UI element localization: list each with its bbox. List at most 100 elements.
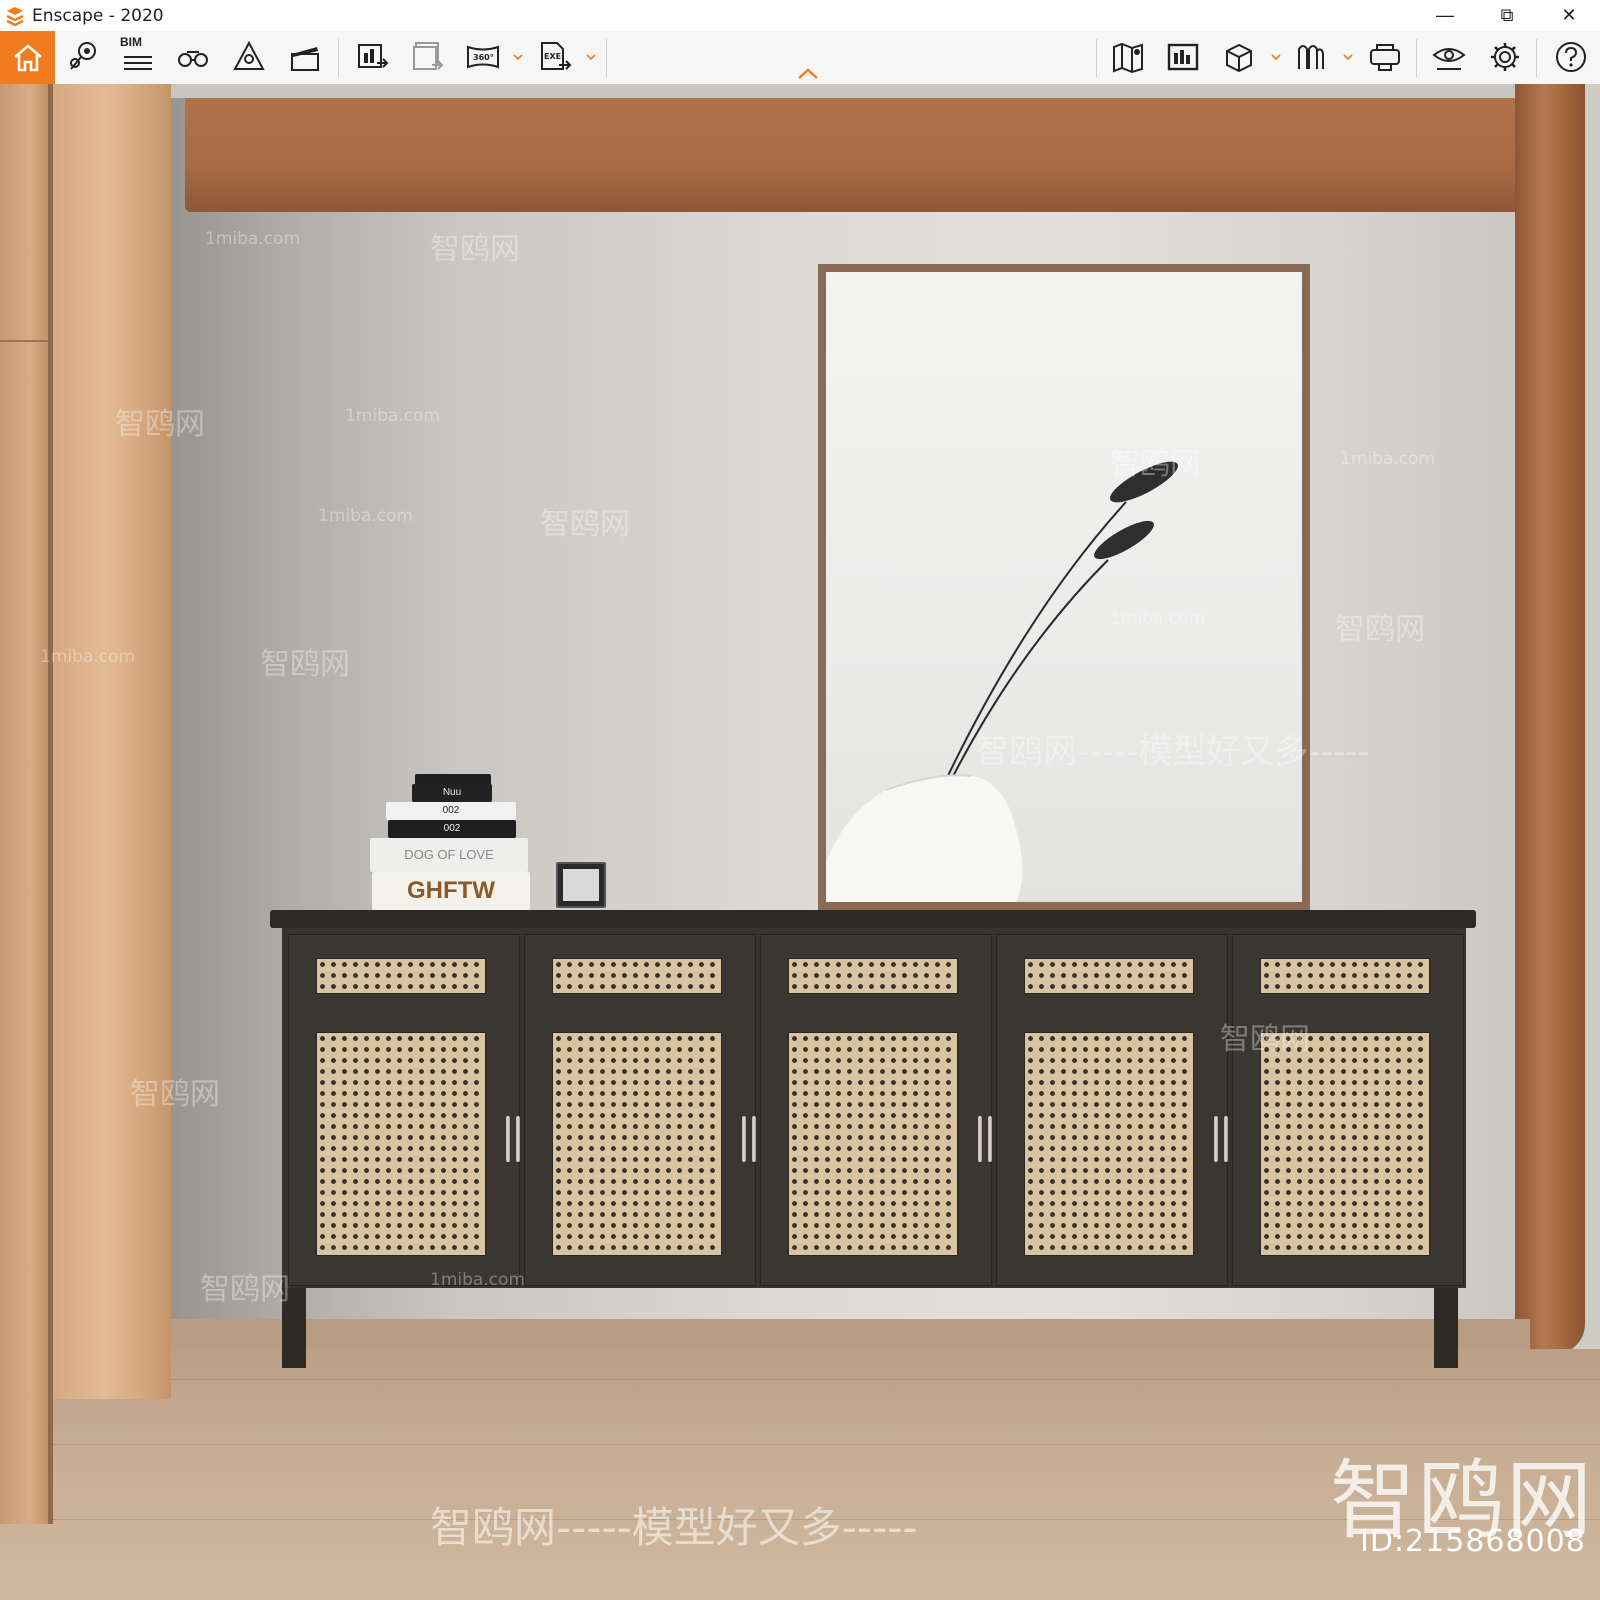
sideboard-leg [1434,1288,1458,1368]
chevron-down-icon [1343,54,1353,60]
book: GHFTW [372,872,530,910]
site-map-icon [1113,42,1143,74]
watermark-id: ID:215868008 [1360,1524,1586,1559]
help-button[interactable] [1548,35,1594,79]
collapse-toolbar-icon[interactable] [796,67,820,81]
asset-library-button[interactable] [1160,35,1206,79]
cube-view-dropdown-arrow[interactable] [1270,45,1282,69]
panorama-dropdown-arrow[interactable] [512,45,524,69]
watermark-url: 1miba.com [345,406,441,426]
binoculars-icon [178,51,208,67]
sideboard-top [270,910,1476,928]
chevron-down-icon [513,54,523,60]
ceiling-strip [170,84,1530,98]
rattan-panel [316,1032,486,1256]
title-bar: Enscape - 2020 — ⧉ ✕ [0,0,1600,31]
door-handle[interactable] [752,1116,756,1162]
toolbar-separator [338,39,339,77]
enscape-logo-icon [6,6,24,26]
wooden-beam [185,98,1530,212]
book: DOG OF LOVE [370,838,528,872]
rattan-panel [1024,1032,1194,1256]
vr-headset-button[interactable] [1362,35,1408,79]
book: 002 [388,820,516,838]
home-icon [13,43,42,71]
watermark-text: 智鸥网 [1110,447,1200,482]
watermark-url: 1miba.com [430,1270,526,1290]
left-wood-panel [0,84,50,1524]
book-spine-text: Nuu [442,787,462,798]
cube-view-icon [1226,43,1252,73]
door-handle[interactable] [516,1116,520,1162]
export-exe-icon: EXE [541,42,572,70]
watermark-text: 智鸥网 [430,232,520,267]
watermark-url: 1miba.com [205,229,301,249]
book-spine-text: 002 [442,805,460,816]
toolbar-separator [606,39,607,77]
rattan-panel [788,1032,958,1256]
settings-button[interactable] [1482,35,1528,79]
screenshot-button[interactable] [350,35,396,79]
export-exe-button[interactable]: EXE [532,35,578,79]
watermark-url: 1miba.com [318,506,414,526]
home-button[interactable] [0,31,55,84]
door-handle[interactable] [988,1116,992,1162]
rattan-panel [316,958,486,994]
watermark-url: 1miba.com [1340,449,1436,469]
settings-gear-icon [1491,43,1519,71]
asset-library-icon [1167,43,1199,71]
watermark-text: 智鸥网 [540,507,630,542]
render-viewport[interactable]: Nuu 002 002 DOG OF LOVE GHFTW 智鸥网 1miba.… [0,84,1600,1600]
photo [563,869,599,901]
artwork-canvas [826,272,1302,902]
watermark-url: 1miba.com [1110,609,1206,629]
toolbar-separator [1416,39,1417,77]
wooden-post [1515,84,1585,1354]
watermark-bottom-slogan: 智鸥网-----模型好又多----- [430,1503,918,1552]
visual-settings-icon [1432,48,1466,70]
rattan-panel [1260,958,1430,994]
rattan-panel [552,958,722,994]
rattan-panel [552,1032,722,1256]
close-button[interactable]: ✕ [1538,0,1600,31]
watermark-slogan: 智鸥网-----模型好又多----- [975,732,1370,772]
batch-render-icon [413,42,444,70]
panorama-360-icon: 360° [467,45,499,69]
rattan-panel [1024,958,1194,994]
restore-button[interactable]: ⧉ [1476,0,1538,31]
wood-pillar [53,84,171,1399]
panorama-button[interactable]: 360° [460,35,506,79]
site-map-button[interactable] [1105,35,1151,79]
door-handle[interactable] [1214,1116,1218,1162]
exe-label: EXE [544,52,561,61]
materials-button[interactable] [1288,35,1334,79]
door-handle[interactable] [506,1116,510,1162]
pano-label: 360° [473,53,494,62]
binoculars-button[interactable] [170,35,216,79]
materials-dropdown-arrow[interactable] [1342,45,1354,69]
toolbar-separator [1536,39,1537,77]
book-spine-text: GHFTW [407,877,495,904]
door-handle[interactable] [1224,1116,1228,1162]
chevron-down-icon [1271,54,1281,60]
book: Nuu [412,784,492,802]
batch-render-button[interactable] [405,35,451,79]
video-editor-button[interactable] [282,35,328,79]
watermark-url: 1miba.com [40,647,136,667]
door-handle[interactable] [978,1116,982,1162]
watermark-text: 智鸥网 [260,647,350,682]
map-pin-button[interactable] [60,35,106,79]
door-handle[interactable] [742,1116,746,1162]
light-view-icon [233,40,265,70]
chevron-down-icon [586,54,596,60]
help-icon [1556,42,1586,72]
export-dropdown-arrow[interactable] [585,45,597,69]
floor-seam [60,1379,1600,1380]
visual-settings-button[interactable] [1426,35,1472,79]
cube-view-button[interactable] [1216,35,1262,79]
panel-seam [0,340,48,342]
light-view-button[interactable] [226,35,272,79]
book-spine-text: 002 [443,823,461,834]
minimize-button[interactable]: — [1414,0,1476,31]
baseboard [170,1319,1530,1349]
